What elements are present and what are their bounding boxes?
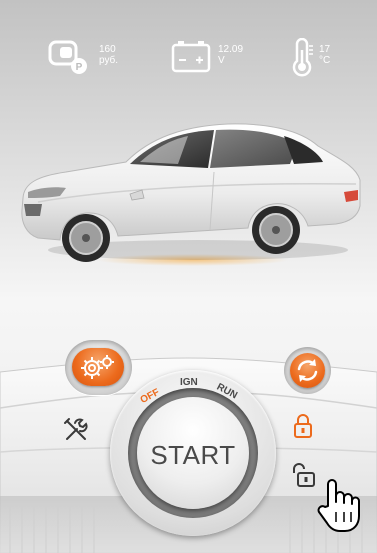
temperature-unit: °C (319, 55, 331, 66)
battery-icon (171, 41, 211, 73)
autostart-button[interactable] (284, 347, 331, 394)
tools-icon[interactable] (63, 417, 89, 443)
start-label: START (150, 439, 236, 470)
balance-unit: руб. (99, 55, 119, 66)
voltage-unit: V (218, 55, 225, 66)
voltage-value: 12.09 (218, 44, 244, 55)
status-bar: P 160 руб. 12.09 V 17 °C (0, 36, 377, 82)
gears-icon (81, 355, 114, 379)
car-image (21, 123, 361, 266)
thermometer-icon (292, 38, 313, 77)
hand-cursor-icon (317, 479, 360, 532)
lock-closed-icon[interactable] (292, 413, 314, 439)
lock-open-icon[interactable] (291, 462, 317, 488)
svg-text:P: P (76, 62, 83, 73)
wallet-coin-icon: P (48, 40, 87, 74)
refresh-icon (297, 359, 318, 382)
start-button[interactable]: START (137, 397, 249, 509)
position-ign-label[interactable]: IGN (180, 377, 198, 388)
balance-value: 160 (99, 44, 116, 55)
settings-button[interactable] (65, 340, 132, 395)
temperature-value: 17 (319, 44, 331, 55)
